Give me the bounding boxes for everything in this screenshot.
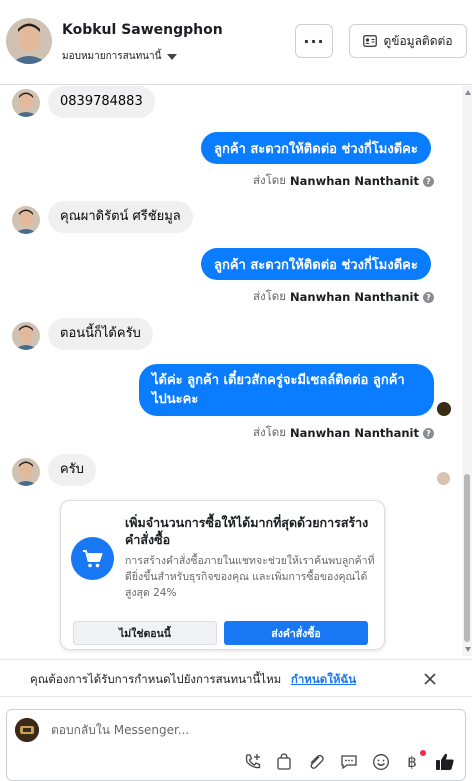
contact-avatar-small [12, 458, 40, 486]
message-composer: ฿ [6, 709, 466, 781]
more-button[interactable]: ··· [295, 24, 333, 58]
close-icon[interactable] [422, 671, 438, 687]
not-now-button[interactable]: ไม่ใช่ตอนนี้ [73, 621, 217, 645]
notification-dot [420, 750, 426, 756]
contact-card-icon [363, 35, 378, 47]
paperclip-icon[interactable] [306, 752, 326, 772]
card-body: การสร้างคำสั่งซื้อภายในแชทจะช่วยให้เราค้… [125, 555, 375, 599]
assign-question: คุณต้องการได้รับการกำหนดไปยังการสนทนานี้… [30, 672, 282, 686]
assign-banner-text-row: คุณต้องการได้รับการกำหนดไปยังการสนทนานี้… [30, 671, 356, 689]
outgoing-message[interactable]: ได้ค่ะ ลูกค้า เดี๋ยวสักครู่จะมีเซลล์ติดต… [139, 364, 434, 416]
more-icon: ··· [303, 31, 325, 51]
agent-read-avatar [437, 402, 451, 416]
scroll-thumb[interactable] [464, 474, 470, 642]
assign-label: มอบหมายการสนทนานี้ [62, 51, 162, 62]
cart-icon [71, 537, 114, 580]
info-icon[interactable]: ? [423, 291, 434, 303]
message-text-line-1: ได้ค่ะ ลูกค้า เดี๋ยวสักครู่จะมีเซลล์ติดต… [152, 373, 405, 388]
incoming-message[interactable]: ครับ [48, 454, 96, 486]
incoming-message[interactable]: ตอนนี้ก็ได้ครับ [48, 318, 153, 350]
message-text: ลูกค้า สะดวกให้ติดต่อ ช่วงกี่โมงดีคะ [214, 257, 418, 273]
call-add-icon[interactable] [243, 752, 263, 772]
incoming-message[interactable]: คุณผาดิรัตน์ ศรีชัยมูล [48, 201, 193, 233]
outgoing-message[interactable]: ลูกค้า สะดวกให้ติดต่อ ช่วงกี่โมงดีคะ [201, 248, 431, 280]
view-contact-info-button[interactable]: ดูข้อมูลติดต่อ [349, 24, 467, 58]
sent-by-label: ส่งโดย Nanwhan Nanthanit ? [253, 424, 434, 442]
sent-by-prefix: ส่งโดย [252, 289, 287, 303]
card-title: เพิ่มจำนวนการซื้อให้ได้มากที่สุดด้วยการส… [125, 515, 369, 547]
chat-scrollbar[interactable] [462, 86, 472, 656]
message-text-line-2: ไปนะคะ [152, 392, 199, 407]
page-avatar [15, 718, 39, 742]
contact-avatar[interactable] [6, 18, 52, 64]
info-icon[interactable]: ? [423, 427, 434, 439]
contact-info-label: ดูข้อมูลติดต่อ [383, 33, 453, 48]
assign-to-me-link[interactable]: กำหนดให้ฉัน [291, 672, 356, 686]
contact-avatar-small [12, 206, 40, 234]
assign-to-me-banner: คุณต้องการได้รับการกำหนดไปยังการสนทนานี้… [0, 659, 472, 697]
like-icon[interactable] [435, 752, 455, 772]
chevron-down-icon [167, 53, 178, 60]
assign-conversation-dropdown[interactable]: มอบหมายการสนทนานี้ [62, 49, 178, 64]
scroll-up-icon[interactable] [465, 90, 471, 95]
conversation-header: Kobkul Sawengphon มอบหมายการสนทนานี้ ···… [0, 0, 472, 85]
sent-by-label: ส่งโดย Nanwhan Nanthanit ? [253, 288, 434, 306]
contact-avatar-small [12, 89, 40, 117]
sent-by-agent: Nanwhan Nanthanit [290, 426, 419, 440]
contact-name: Kobkul Sawengphon [62, 22, 223, 38]
contact-avatar-small [12, 322, 40, 350]
send-order-button[interactable]: ส่งคำสั่งซื้อ [224, 621, 368, 645]
sent-by-prefix: ส่งโดย [252, 425, 287, 439]
incoming-message[interactable]: 0839784883 [48, 86, 155, 118]
saved-reply-icon[interactable] [339, 752, 359, 772]
emoji-icon[interactable] [371, 752, 391, 772]
outgoing-message[interactable]: ลูกค้า สะดวกให้ติดต่อ ช่วงกี่โมงดีคะ [201, 132, 431, 164]
contact-read-avatar [437, 472, 450, 485]
reply-input[interactable] [51, 723, 351, 737]
shopping-bag-icon[interactable] [274, 752, 294, 772]
create-order-promo-card: เพิ่มจำนวนการซื้อให้ได้มากที่สุดด้วยการส… [60, 500, 385, 650]
sent-by-prefix: ส่งโดย [252, 173, 287, 187]
sent-by-agent: Nanwhan Nanthanit [290, 290, 419, 304]
info-icon[interactable]: ? [423, 175, 434, 187]
message-thread: 0839784883 ลูกค้า สะดวกให้ติดต่อ ช่วงกี่… [0, 86, 472, 656]
baht-icon[interactable]: ฿ [402, 752, 422, 772]
message-text: ลูกค้า สะดวกให้ติดต่อ ช่วงกี่โมงดีคะ [214, 141, 418, 157]
sent-by-agent: Nanwhan Nanthanit [290, 174, 419, 188]
scroll-down-icon[interactable] [465, 647, 471, 652]
sent-by-label: ส่งโดย Nanwhan Nanthanit ? [253, 172, 434, 190]
